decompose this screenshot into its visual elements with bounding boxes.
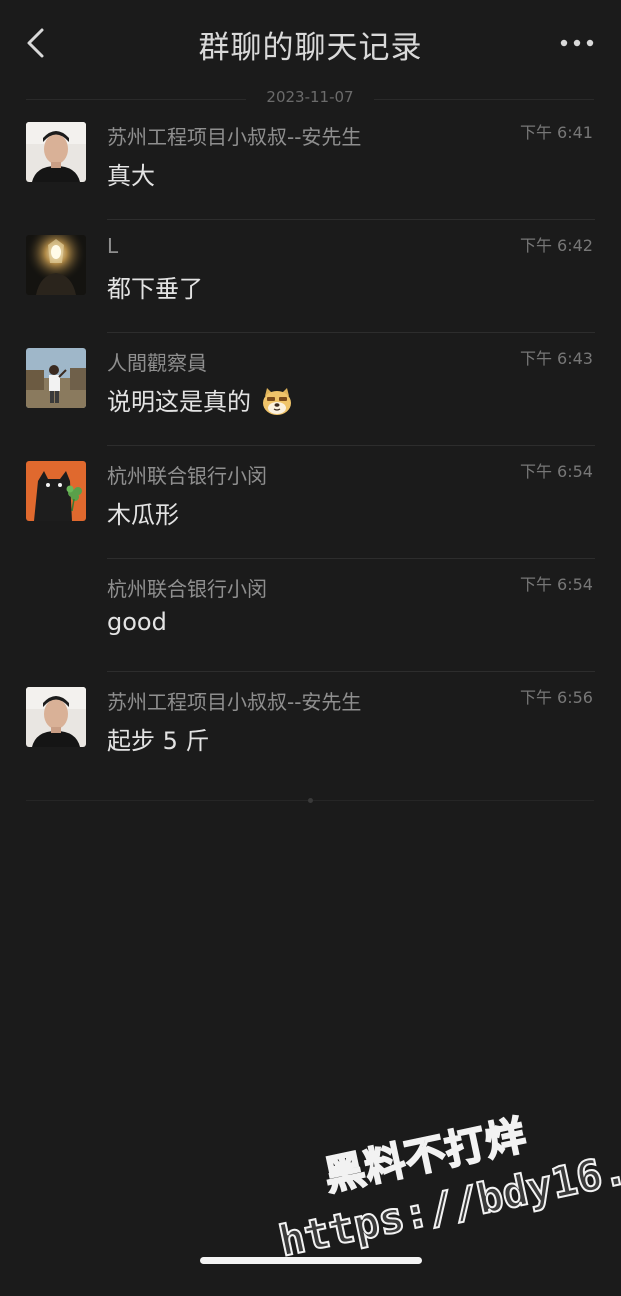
sender-name: 人間觀察員	[107, 351, 207, 375]
message-item[interactable]: 人間觀察員 下午 6:43 说明这是真的	[0, 334, 621, 446]
more-dots-icon[interactable]	[559, 34, 595, 52]
message-text: good	[107, 608, 167, 636]
message-item[interactable]: 苏州工程项目小叔叔--安先生 下午 6:56 起步 5 斤	[0, 673, 621, 785]
chevron-left-icon[interactable]	[22, 26, 52, 60]
avatar[interactable]	[26, 687, 86, 747]
nav-bar: 群聊的聊天记录	[0, 0, 621, 88]
sender-name: 杭州联合银行小闵	[107, 464, 267, 488]
message-text: 说明这是真的	[107, 382, 293, 417]
message-text: 木瓜形	[107, 501, 179, 529]
message-text-content: 说明这是真的	[107, 388, 251, 416]
message-time: 下午 6:54	[519, 462, 593, 481]
avatar[interactable]	[26, 348, 86, 408]
message-text: 起步 5 斤	[107, 727, 210, 755]
message-time: 下午 6:54	[519, 575, 593, 594]
divider	[107, 219, 595, 220]
list-end-dot	[308, 798, 313, 803]
divider	[107, 558, 595, 559]
divider	[107, 671, 595, 672]
message-item[interactable]: 杭州联合银行小闵 下午 6:54 good	[0, 560, 621, 672]
message-item[interactable]: 杭州联合银行小闵 下午 6:54 木瓜形	[0, 447, 621, 559]
message-item[interactable]: L 下午 6:42 都下垂了	[0, 221, 621, 333]
page-title: 群聊的聊天记录	[198, 30, 423, 66]
doge-emoji-icon	[262, 388, 291, 415]
avatar[interactable]	[26, 461, 86, 521]
message-time: 下午 6:43	[519, 349, 593, 368]
message-time: 下午 6:42	[519, 236, 593, 255]
sender-name: 苏州工程项目小叔叔--安先生	[107, 690, 362, 714]
divider	[107, 332, 595, 333]
sender-name: L	[107, 234, 119, 258]
home-indicator[interactable]	[200, 1257, 422, 1264]
avatar[interactable]	[26, 122, 86, 182]
avatar[interactable]	[26, 235, 86, 295]
message-text: 都下垂了	[107, 275, 203, 303]
divider	[107, 445, 595, 446]
message-time: 下午 6:41	[519, 123, 593, 142]
message-item[interactable]: 苏州工程项目小叔叔--安先生 下午 6:41 真大	[0, 108, 621, 220]
message-text: 真大	[107, 162, 155, 190]
message-time: 下午 6:56	[519, 688, 593, 707]
sender-name: 苏州工程项目小叔叔--安先生	[107, 125, 362, 149]
sender-name: 杭州联合银行小闵	[107, 577, 267, 601]
date-label: 2023-11-07	[266, 88, 354, 106]
